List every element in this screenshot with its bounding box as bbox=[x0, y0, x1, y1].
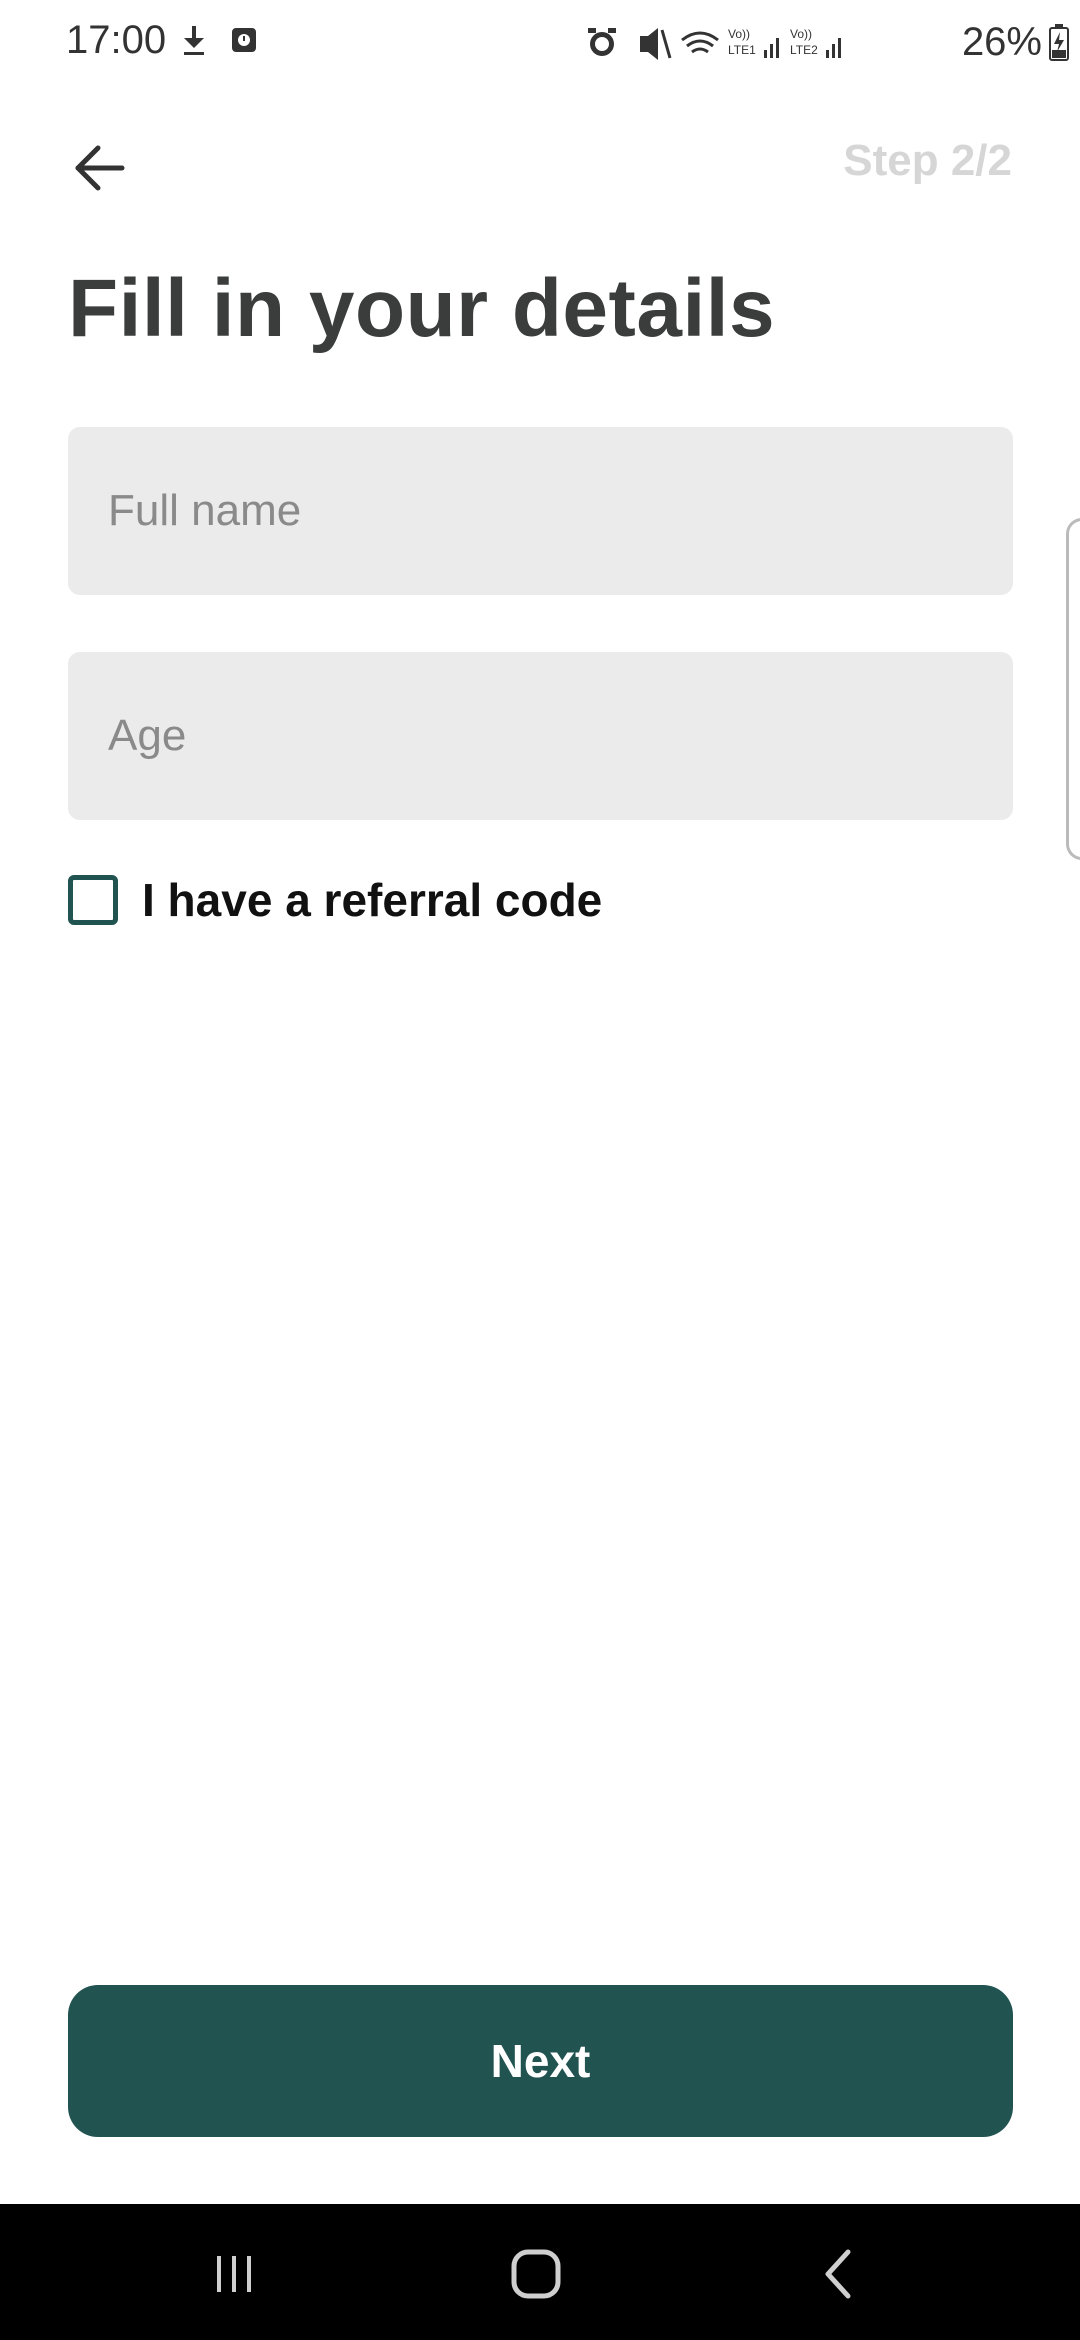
step-indicator: Step 2/2 bbox=[843, 136, 1012, 185]
svg-text:Vo)): Vo)) bbox=[790, 27, 812, 41]
page-title: Fill in your details bbox=[68, 263, 776, 354]
status-time: 17:00 bbox=[66, 18, 167, 62]
status-icons-svg: Vo)) LTE1 Vo)) LTE2 bbox=[587, 27, 841, 60]
home-icon bbox=[511, 2249, 561, 2299]
system-back-button[interactable] bbox=[790, 2234, 890, 2314]
edge-panel-handle[interactable] bbox=[1066, 518, 1080, 860]
volte-lte1-signal-icon: Vo)) LTE1 bbox=[728, 27, 779, 58]
svg-text:Vo)): Vo)) bbox=[728, 27, 750, 41]
status-right-icons: Vo)) LTE1 Vo)) LTE2 26% bbox=[582, 20, 1070, 64]
referral-code-checkbox-row[interactable]: I have a referral code bbox=[68, 870, 602, 930]
alarm-icon bbox=[587, 28, 616, 56]
age-input[interactable] bbox=[68, 652, 1013, 820]
referral-code-checkbox[interactable] bbox=[68, 875, 118, 925]
battery-charging-icon bbox=[1049, 24, 1069, 61]
recents-button[interactable] bbox=[184, 2234, 284, 2314]
full-name-input[interactable] bbox=[68, 427, 1013, 595]
status-left-icons bbox=[184, 26, 256, 55]
wifi-icon bbox=[681, 31, 719, 54]
svg-text:LTE2: LTE2 bbox=[790, 43, 818, 57]
recents-icon bbox=[217, 2256, 251, 2292]
volte-lte2-signal-icon: Vo)) LTE2 bbox=[790, 27, 841, 58]
back-button[interactable] bbox=[60, 128, 140, 208]
referral-code-label[interactable]: I have a referral code bbox=[142, 873, 602, 927]
status-bar: 17:00 Vo)) LTE1 Vo)) LTE2 26% bbox=[0, 0, 1080, 84]
back-icon bbox=[825, 2249, 851, 2299]
arrow-left-icon bbox=[75, 145, 125, 191]
next-button[interactable]: Next bbox=[68, 1985, 1013, 2137]
download-icon bbox=[184, 26, 204, 55]
screen: 17:00 Vo)) LTE1 Vo)) LTE2 26% Step 2/2 F… bbox=[0, 0, 1080, 2340]
home-button[interactable] bbox=[486, 2234, 586, 2314]
svg-text:LTE1: LTE1 bbox=[728, 43, 756, 57]
mute-icon bbox=[639, 28, 672, 60]
screen-record-icon bbox=[232, 28, 256, 52]
navigation-bar bbox=[0, 2204, 1080, 2340]
battery-percent: 26% bbox=[961, 19, 1042, 64]
